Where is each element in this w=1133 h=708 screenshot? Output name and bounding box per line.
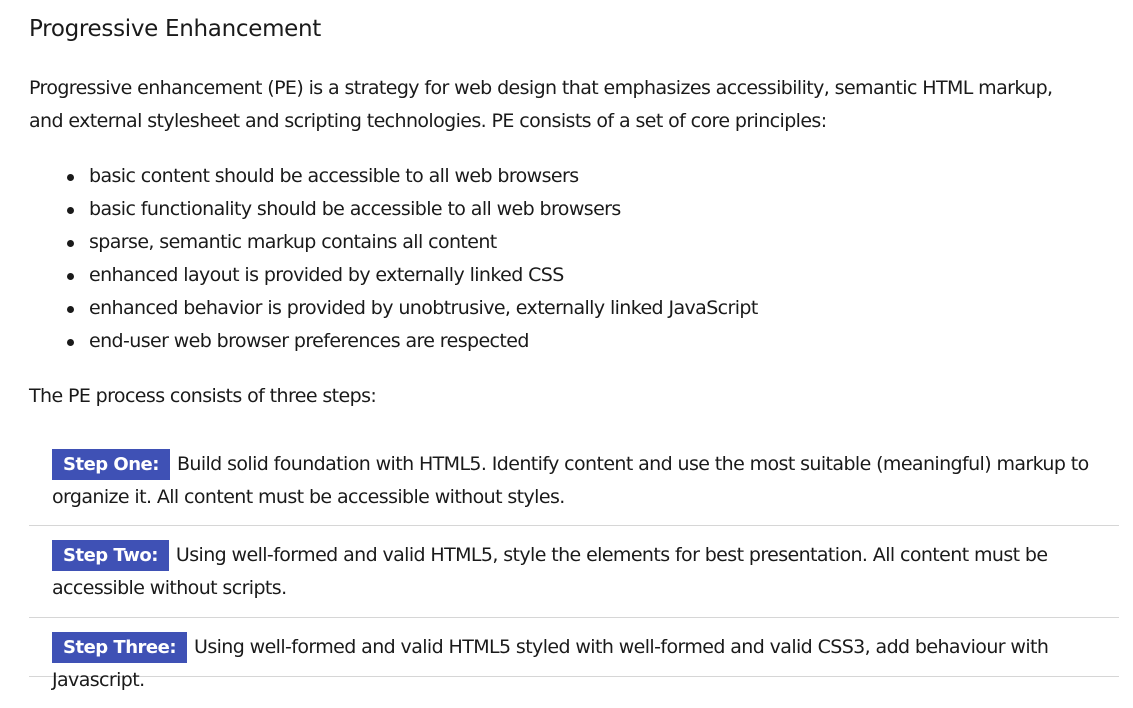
- list-item-text: sparse, semantic markup contains all con…: [89, 231, 497, 253]
- bullet-icon: [67, 174, 74, 181]
- step-one: Step One: Build solid foundation with HTM…: [29, 448, 1119, 526]
- step-three-paragraph: Step Three: Using well-formed and valid H…: [52, 631, 1107, 697]
- bullet-icon: [67, 240, 74, 247]
- list-item-text: basic content should be accessible to al…: [89, 165, 579, 187]
- step-three-badge: Step Three:: [52, 632, 188, 663]
- bullet-icon: [67, 207, 74, 214]
- list-item-text: end-user web browser preferences are res…: [89, 330, 529, 352]
- step-one-paragraph: Step One: Build solid foundation with HTM…: [52, 448, 1107, 514]
- page: Progressive Enhancement Progressive enha…: [0, 0, 1133, 708]
- step-one-badge: Step One:: [52, 449, 170, 480]
- step-three: Step Three: Using well-formed and valid H…: [29, 631, 1119, 691]
- list-item-text: enhanced layout is provided by externall…: [89, 264, 564, 286]
- principles-list: basic content should be accessible to al…: [67, 160, 758, 358]
- step-three-text: Using well-formed and valid HTML5 styled…: [52, 636, 1049, 691]
- step-two-badge: Step Two:: [52, 540, 169, 571]
- list-item-text: enhanced behavior is provided by unobtru…: [89, 297, 758, 319]
- list-item: basic functionality should be accessible…: [67, 193, 758, 226]
- list-item: sparse, semantic markup contains all con…: [67, 226, 758, 259]
- bullet-icon: [67, 273, 74, 280]
- step-two: Step Two: Using well-formed and valid HTM…: [29, 539, 1119, 618]
- list-item: enhanced layout is provided by externall…: [67, 259, 758, 292]
- list-item: end-user web browser preferences are res…: [67, 325, 758, 358]
- page-title: Progressive Enhancement: [29, 16, 322, 42]
- bullet-icon: [67, 339, 74, 346]
- process-intro: The PE process consists of three steps:: [29, 385, 377, 407]
- step-one-text: Build solid foundation with HTML5. Ident…: [52, 453, 1089, 508]
- intro-paragraph: Progressive enhancement (PE) is a strate…: [29, 77, 1053, 132]
- list-item-text: basic functionality should be accessible…: [89, 198, 621, 220]
- list-item: enhanced behavior is provided by unobtru…: [67, 292, 758, 325]
- list-item: basic content should be accessible to al…: [67, 160, 758, 193]
- step-two-text: Using well-formed and valid HTML5, style…: [52, 544, 1048, 599]
- step-two-paragraph: Step Two: Using well-formed and valid HTM…: [52, 539, 1107, 605]
- bullet-icon: [67, 306, 74, 313]
